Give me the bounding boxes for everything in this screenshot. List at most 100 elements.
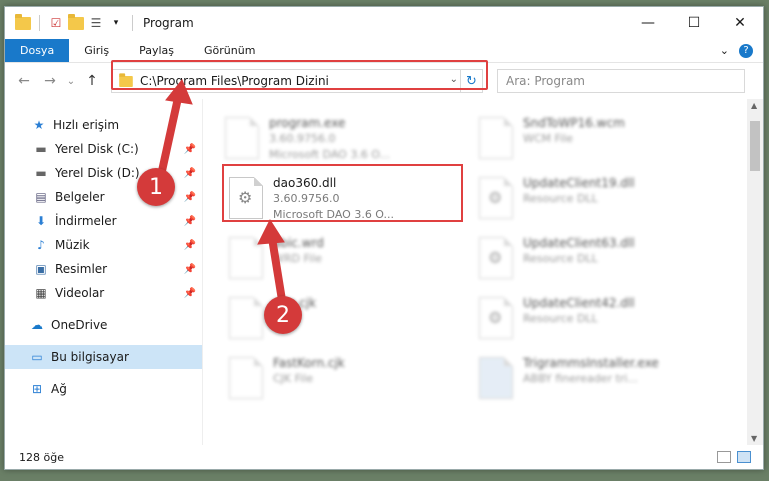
scroll-down-icon[interactable]: ▼ [751,434,757,443]
status-bar: 128 öğe [5,445,763,469]
cloud-icon: ☁ [31,318,43,332]
file-version: 3.60.9756.0 [269,132,336,145]
scroll-up-icon[interactable]: ▲ [751,101,757,110]
file-icon [479,117,513,159]
file-highlight-box [222,164,463,222]
sidebar-item-label: Ağ [51,382,67,396]
pin-icon[interactable]: 📌 [184,240,196,251]
pin-icon[interactable]: 📌 [184,264,196,275]
file-name: abic.wrd [273,236,324,250]
file-item[interactable]: TrigrammsInstaller.exe ABBY finereader t… [473,353,713,405]
sidebar-item-label: Videolar [55,286,105,300]
vertical-scrollbar[interactable]: ▲ ▼ [747,99,763,445]
file-item[interactable]: ⚙ UpdateClient19.dll Resource DLL [473,173,713,225]
title-bar: ☑ ☰ ▾ Program — ☐ ✕ [5,7,763,39]
file-type: WRD File [273,252,322,265]
folder-icon [15,13,31,31]
file-list: program.exe 3.60.9756.0 Microsoft DAO 3.… [203,99,763,445]
sidebar-item-label: Belgeler [55,190,105,204]
forward-button[interactable]: → [39,73,61,89]
customize-dropdown-icon[interactable]: ▾ [108,15,124,31]
sidebar-item-label: Yerel Disk (C:) [55,142,139,156]
recent-locations-icon[interactable]: ⌄ [65,76,77,87]
pin-icon[interactable]: 📌 [184,216,196,227]
computer-icon: ▭ [31,350,43,364]
sidebar-item-label: Müzik [55,238,90,252]
file-name: SndToWP16.wcm [523,116,625,130]
pin-icon[interactable]: 📌 [184,288,196,299]
pictures-icon: ▣ [35,262,47,276]
window-title: Program [143,16,194,30]
file-item[interactable]: FastKorn.cjk CJK File [223,353,463,405]
exe-file-icon [225,117,259,159]
file-name: program.exe [269,116,346,130]
sidebar-item-this-pc[interactable]: ▭ Bu bilgisayar [5,345,202,369]
address-highlight-box [111,60,488,90]
maximize-button[interactable]: ☐ [671,7,717,39]
installer-icon [479,357,513,399]
file-item[interactable]: abic.wrd WRD File [223,233,463,285]
sidebar-item-label: İndirmeler [55,214,117,228]
up-button[interactable]: ↑ [81,73,103,89]
properties-icon[interactable]: ☑ [48,15,64,31]
file-description: Microsoft DAO 3.6 O... [269,148,391,161]
search-input[interactable]: Ara: Program [497,69,745,93]
dll-file-icon: ⚙ [479,177,513,219]
tab-share[interactable]: Paylaş [124,39,189,62]
expand-ribbon-icon[interactable]: ⌄ [720,44,729,57]
tiles-view-icon[interactable] [737,451,751,463]
music-icon: ♪ [37,238,45,252]
pin-icon[interactable]: 📌 [184,144,196,155]
drive-icon: ▬ [35,142,47,156]
file-icon [229,237,263,279]
tab-home[interactable]: Giriş [69,39,124,62]
file-item[interactable]: ⚙ UpdateClient42.dll Resource DLL [473,293,713,345]
file-type: Resource DLL [523,312,598,325]
quick-access-toolbar: ☑ ☰ ▾ [5,13,137,31]
view-icon[interactable]: ☰ [88,15,104,31]
file-name: UpdateClient42.dll [523,296,635,310]
file-type: WCM File [523,132,573,145]
dll-file-icon: ⚙ [479,297,513,339]
details-view-icon[interactable] [717,451,731,463]
close-button[interactable]: ✕ [717,7,763,39]
sidebar-item-quick-access[interactable]: ★ Hızlı erişim [5,113,202,137]
file-type: Resource DLL [523,252,598,265]
dll-file-icon: ⚙ [479,237,513,279]
download-icon: ⬇ [35,214,47,228]
file-icon [229,357,263,399]
pin-icon[interactable]: 📌 [184,168,196,179]
file-name: FastKorn.cjk [273,356,345,370]
item-count: 128 öğe [19,450,64,464]
file-item[interactable]: program.exe 3.60.9756.0 Microsoft DAO 3.… [219,113,459,165]
new-folder-icon[interactable] [68,13,84,31]
file-item[interactable]: SndToWP16.wcm WCM File [473,113,713,165]
tab-view[interactable]: Görünüm [189,39,270,62]
network-icon: ⊞ [31,382,43,396]
star-icon: ★ [33,118,45,132]
drive-icon: ▬ [35,166,47,180]
file-item[interactable]: ean.cjk File [223,293,463,345]
file-item[interactable]: ⚙ UpdateClient63.dll Resource DLL [473,233,713,285]
sidebar-item-downloads[interactable]: ⬇ İndirmeler 📌 [5,209,202,233]
file-name: UpdateClient19.dll [523,176,635,190]
sidebar-item-label: Yerel Disk (D:) [55,166,140,180]
sidebar-item-label: Bu bilgisayar [51,350,129,364]
file-type: ABBY finereader tri... [523,372,638,385]
sidebar-item-music[interactable]: ♪ Müzik 📌 [5,233,202,257]
back-button[interactable]: ← [13,73,35,89]
sidebar-item-disk-c[interactable]: ▬ Yerel Disk (C:) 📌 [5,137,202,161]
minimize-button[interactable]: — [625,7,671,39]
sidebar-item-onedrive[interactable]: ☁ OneDrive [5,313,202,337]
scrollbar-thumb[interactable] [750,121,760,171]
tab-file[interactable]: Dosya [5,39,70,62]
sidebar-item-label: OneDrive [51,318,108,332]
sidebar-item-pictures[interactable]: ▣ Resimler 📌 [5,257,202,281]
help-icon[interactable]: ? [739,43,753,58]
sidebar-item-videos[interactable]: ▦ Videolar 📌 [5,281,202,305]
gear-icon: ⚙ [488,248,503,267]
pin-icon[interactable]: 📌 [184,192,196,203]
sidebar-item-network[interactable]: ⊞ Ağ [5,377,202,401]
file-name: UpdateClient63.dll [523,236,635,250]
navigation-pane: ★ Hızlı erişim ▬ Yerel Disk (C:) 📌 ▬ Yer… [5,99,203,445]
